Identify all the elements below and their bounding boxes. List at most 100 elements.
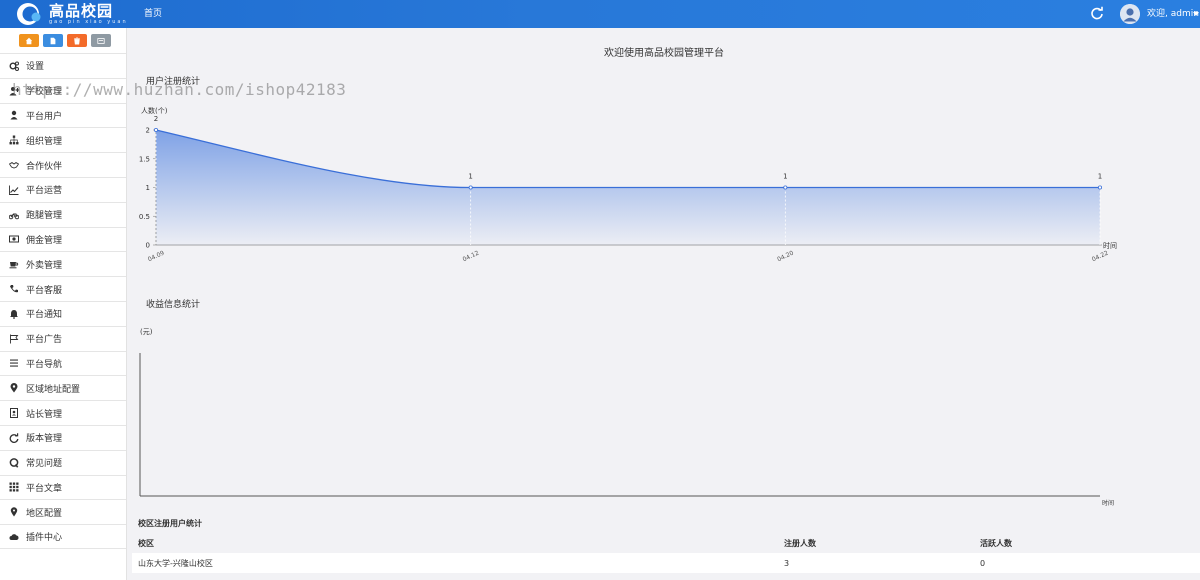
document-icon: [50, 37, 56, 44]
grid-icon: [8, 481, 20, 493]
data-point[interactable]: [468, 185, 473, 190]
sidebar-item-16[interactable]: 版本管理: [0, 424, 126, 450]
table-cell-registered: 3: [784, 558, 790, 568]
user-registration-chart: 人数(个) 0 0.5 1 1.5 22 04.09 1 04.12 1 04.20 1 04.22时间: [139, 106, 1117, 264]
y-tick-label: 2: [146, 127, 150, 135]
data-point[interactable]: [783, 185, 788, 190]
user-greeting[interactable]: 欢迎, admin: [1147, 0, 1199, 28]
map-marker-icon: [8, 382, 20, 394]
sidebar-item-label: 平台文章: [26, 483, 63, 494]
table-title: 校区注册用户统计: [138, 519, 202, 528]
table-cell-active: 0: [980, 558, 986, 568]
logo-icon: [14, 1, 44, 27]
data-point[interactable]: [153, 128, 158, 133]
line-chart-icon: [8, 184, 20, 196]
sidebar-item-11[interactable]: 平台通知: [0, 300, 126, 326]
phone-icon: [8, 283, 20, 295]
coffee-icon: [8, 258, 20, 270]
sidebar-item-label: 佣金管理: [26, 235, 63, 246]
campus-table: 校区 注册人数 活跃人数 山东大学-兴隆山校区 3 0: [132, 533, 1200, 573]
sidebar-item-7[interactable]: 跑腿管理: [0, 201, 126, 227]
refresh-icon: [8, 432, 20, 444]
logo[interactable]: 高品校园 gao pin xiao yuan: [14, 1, 128, 27]
table-header-campus: 校区: [138, 538, 154, 548]
sidebar-item-label: 区域地址配置: [26, 384, 81, 395]
data-label: 1: [468, 173, 472, 181]
chevron-down-icon[interactable]: [1193, 12, 1199, 16]
x-tick-label: 04.22: [1091, 250, 1110, 264]
sidebar-item-1[interactable]: 设置: [0, 53, 126, 78]
sitemap-icon: [8, 134, 20, 146]
sidebar-item-label: 平台客服: [26, 285, 63, 296]
top-bar: 高品校园 gao pin xiao yuan 首页 欢迎, admin: [0, 0, 1200, 28]
page-title: 欢迎使用高品校园管理平台: [604, 48, 724, 59]
sidebar-item-18[interactable]: 平台文章: [0, 474, 126, 500]
income-chart: (元) 时间: [139, 328, 1114, 507]
motorcycle-icon: [8, 209, 20, 221]
sidebar-item-label: 合作伙伴: [26, 161, 63, 172]
map-pin-icon: [8, 506, 20, 518]
sidebar-item-12[interactable]: 平台广告: [0, 325, 126, 351]
sidebar-item-label: 常见问题: [26, 459, 63, 470]
sidebar-item-9[interactable]: 外卖管理: [0, 251, 126, 276]
home-icon: [25, 37, 33, 44]
table-header-registered: 注册人数: [784, 538, 816, 548]
money-icon: [8, 233, 20, 245]
sidebar-item-label: 平台运营: [26, 186, 63, 197]
table-header-row: 校区 注册人数 活跃人数: [132, 533, 1200, 553]
sidebar-item-label: 外卖管理: [26, 260, 63, 271]
id-badge-icon: [8, 407, 20, 419]
logo-subtitle: gao pin xiao yuan: [49, 19, 128, 25]
sidebar-item-20[interactable]: 插件中心: [0, 524, 126, 549]
quick-button-trash[interactable]: [67, 34, 87, 47]
sidebar-item-label: 地区配置: [26, 508, 63, 519]
quick-actions: [0, 28, 126, 53]
sidebar-item-6[interactable]: 平台运营: [0, 176, 126, 202]
y-tick-label: 1.5: [139, 155, 150, 163]
y-axis-label: 人数(个): [141, 106, 168, 115]
sidebar: 设置 学校管理 平台用户 组织管理 合作伙伴 平台运营 跑腿管理 佣金管理 外卖管理 平台客服 平台…: [0, 28, 127, 580]
quick-button-card[interactable]: [91, 34, 111, 47]
sidebar-item-3[interactable]: 平台用户: [0, 102, 126, 128]
nav-home-link[interactable]: 首页: [144, 0, 162, 28]
sidebar-item-label: 组织管理: [26, 136, 63, 147]
cloud-icon: [8, 531, 20, 543]
data-point[interactable]: [1098, 185, 1103, 190]
x-axis-label: 时间: [1103, 241, 1117, 250]
sidebar-item-8[interactable]: 佣金管理: [0, 226, 126, 252]
quick-button-home[interactable]: [19, 34, 39, 47]
y-tick-label: 0: [146, 242, 150, 250]
sidebar-item-19[interactable]: 地区配置: [0, 499, 126, 524]
sidebar-item-17[interactable]: 常见问题: [0, 449, 126, 475]
logo-title: 高品校园: [49, 2, 114, 20]
sidebar-item-14[interactable]: 区域地址配置: [0, 375, 126, 400]
income-chart-title: 收益信息统计: [146, 300, 201, 310]
trash-icon: [74, 36, 80, 45]
x-tick-label: 04.12: [462, 250, 481, 264]
x-tick-label: 04.20: [776, 250, 795, 264]
y-axis-label: (元): [140, 328, 153, 336]
sidebar-item-10[interactable]: 平台客服: [0, 276, 126, 301]
x-axis-label: 时间: [1102, 499, 1114, 507]
table-cell-campus: 山东大学-兴隆山校区: [138, 558, 213, 568]
avatar[interactable]: [1120, 4, 1140, 24]
data-label: 2: [154, 115, 158, 123]
sidebar-item-label: 站长管理: [26, 409, 63, 420]
bars-icon: [8, 357, 20, 369]
flag-icon: [8, 333, 20, 345]
y-tick-label: 1: [146, 184, 150, 192]
x-tick-label: 04.09: [147, 250, 166, 264]
watermark: https://www.huzhan.com/ishop42183: [12, 80, 347, 99]
sidebar-item-label: 跑腿管理: [26, 211, 63, 222]
bell-icon: [8, 308, 20, 320]
quick-button-document[interactable]: [43, 34, 63, 47]
sidebar-item-label: 插件中心: [26, 533, 63, 544]
sidebar-item-5[interactable]: 合作伙伴: [0, 152, 126, 177]
question-icon: [8, 457, 20, 469]
sidebar-item-15[interactable]: 站长管理: [0, 400, 126, 425]
gears-icon: [8, 60, 20, 72]
data-label: 1: [783, 173, 787, 181]
sidebar-item-4[interactable]: 组织管理: [0, 127, 126, 152]
sidebar-item-13[interactable]: 平台导航: [0, 350, 126, 376]
refresh-icon[interactable]: [1090, 6, 1104, 20]
